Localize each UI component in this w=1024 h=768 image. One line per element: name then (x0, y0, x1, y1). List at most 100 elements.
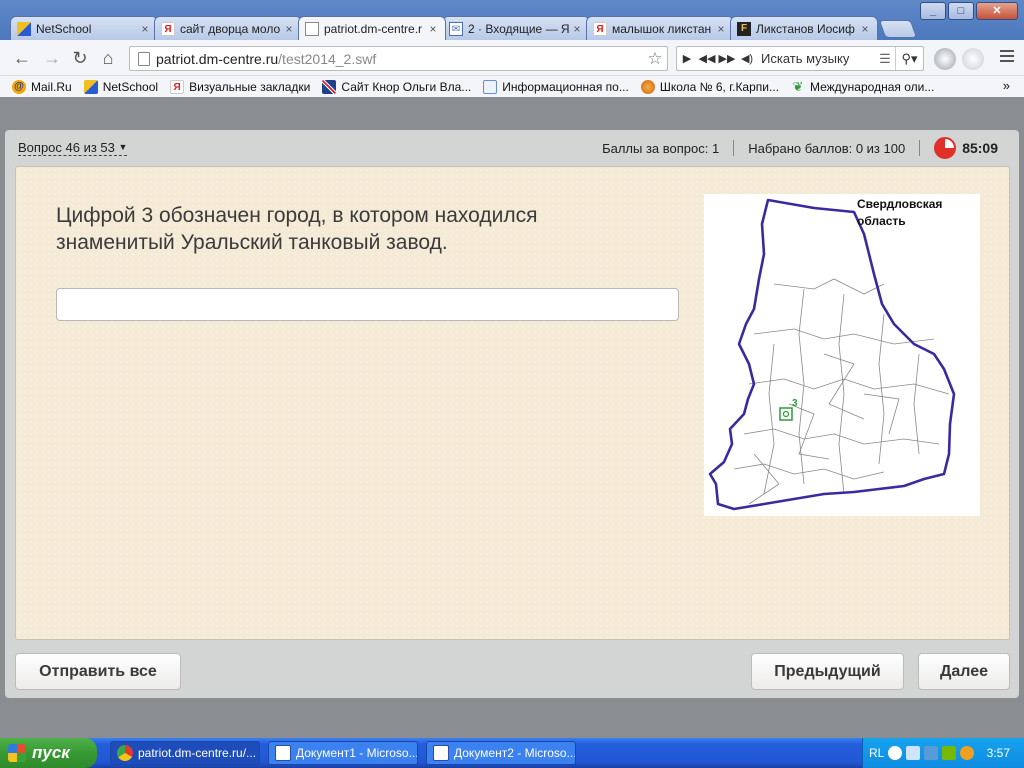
bookmark-label: Информационная по... (502, 79, 629, 94)
caret-down-icon: ▼ (118, 142, 128, 152)
music-search-box[interactable]: ▶ ◀◀ ▶▶ ◀) Искать музыку ☰ ⚲▾ (676, 46, 924, 71)
home-icon[interactable]: ⌂ (98, 48, 118, 68)
word-icon (275, 745, 291, 761)
window-controls: _ □ ✕ (920, 2, 1018, 20)
clock: 3:57 (986, 746, 1010, 760)
region-outline (708, 198, 956, 511)
tab-label: сайт дворца моло (180, 21, 281, 36)
bookmark-label: Визуальные закладки (189, 79, 311, 94)
minimize-button[interactable]: _ (920, 2, 946, 20)
question-selector[interactable]: Вопрос 46 из 53 ▼ (18, 140, 128, 156)
tab-label: малышок ликстан (612, 21, 712, 36)
timer-value: 85:09 (962, 140, 998, 156)
previous-button[interactable]: Предыдущий (751, 653, 904, 690)
close-window-button[interactable]: ✕ (976, 2, 1018, 20)
bookmarks-overflow-button[interactable]: » (1003, 78, 1010, 93)
score-bar: Баллы за вопрос: 1 Набрано баллов: 0 из … (602, 136, 998, 160)
uk-flag-icon (322, 79, 337, 94)
tab-yandex-dvorets[interactable]: Я сайт дворца моло × (154, 16, 302, 40)
rewind-icon[interactable]: ◀◀ (697, 52, 717, 65)
city-dot (782, 410, 790, 418)
bookmark-olympiad[interactable]: ❦ Международная оли... (791, 78, 935, 94)
browser-toolbar: ← → ↻ ⌂ patriot.dm-centre.ru/test2014_2.… (0, 40, 1024, 76)
tab-netschool[interactable]: NetSchool × (10, 16, 158, 40)
divider (733, 140, 735, 156)
taskbar-item-document2[interactable]: Документ2 - Microso... (426, 741, 576, 765)
task-label: Документ1 - Microso... (296, 746, 418, 760)
windows-flag-icon (8, 744, 26, 762)
url-path: /test2014_2.swf (278, 50, 377, 67)
play-icon[interactable]: ▶ (677, 52, 697, 65)
answer-input[interactable] (56, 288, 679, 321)
system-tray: RL 3:57 (862, 738, 1024, 768)
music-search-input[interactable]: Искать музыку (757, 51, 875, 66)
map-title-line: область (857, 214, 906, 228)
taskbar-item-document1[interactable]: Документ1 - Microso... (268, 741, 418, 765)
tab-close-icon[interactable]: × (139, 22, 151, 36)
question-text: Цифрой 3 обозначен город, в котором нахо… (56, 202, 656, 256)
question-text-line: знаменитый Уральский танковый завод. (56, 231, 448, 254)
nvidia-icon[interactable] (942, 746, 957, 760)
leaf-icon: ❦ (792, 78, 804, 94)
reload-icon[interactable]: ↻ (70, 48, 90, 68)
start-button[interactable]: пуск (0, 738, 97, 768)
language-indicator[interactable]: RL (869, 746, 884, 760)
question-card: Цифрой 3 обозначен город, в котором нахо… (15, 166, 1010, 640)
bookmark-label: Mail.Ru (31, 79, 72, 94)
tab-close-icon[interactable]: × (859, 22, 871, 36)
tab-close-icon[interactable]: × (283, 22, 295, 36)
bookmark-mailru[interactable]: @ Mail.Ru (12, 79, 72, 94)
url-host: patriot.dm-centre.ru (156, 50, 279, 67)
bookmark-knor[interactable]: Сайт Кнор Ольги Вла... (322, 79, 471, 94)
timer-icon (934, 137, 957, 159)
bookmark-visual[interactable]: Я Визуальные закладки (170, 79, 311, 94)
url-text[interactable]: patriot.dm-centre.ru/test2014_2.swf (156, 51, 643, 67)
address-bar[interactable]: patriot.dm-centre.ru/test2014_2.swf ☆ (129, 46, 668, 71)
tab-malyshok[interactable]: Я малышок ликстан × (586, 16, 734, 40)
submit-all-button[interactable]: Отправить все (15, 653, 181, 690)
new-tab-button[interactable] (878, 20, 918, 38)
update-icon[interactable] (960, 746, 975, 760)
tray-arrow-icon[interactable] (888, 746, 903, 760)
tab-close-icon[interactable]: × (571, 22, 583, 36)
doc-icon (483, 79, 498, 94)
word-icon (433, 745, 449, 761)
tab-patriot[interactable]: patriot.dm-centre.r × (298, 16, 446, 40)
extension-icon[interactable] (934, 48, 956, 70)
fr-icon: F (737, 21, 751, 36)
list-icon[interactable]: ☰ (875, 51, 895, 67)
maximize-button[interactable]: □ (948, 2, 974, 20)
points-total: Набрано баллов: 0 из 100 (748, 140, 906, 156)
task-label: patriot.dm-centre.ru/... (138, 746, 257, 760)
speaker-icon[interactable]: ◀) (737, 52, 757, 65)
browser-titlebar: _ □ ✕ NetSchool × Я сайт дворца моло × p… (0, 0, 1024, 40)
tab-label: patriot.dm-centre.r (324, 21, 423, 36)
tab-likstanov[interactable]: F Ликстанов Иосиф × (730, 16, 878, 40)
display-icon[interactable] (924, 746, 939, 760)
bookmark-netschool[interactable]: NetSchool (83, 79, 159, 94)
tab-close-icon[interactable]: × (427, 22, 439, 36)
yandex-icon: Я (593, 21, 607, 36)
tab-close-icon[interactable]: × (715, 22, 727, 36)
mail-icon: ✉ (449, 21, 463, 36)
taskbar-item-chrome[interactable]: patriot.dm-centre.ru/... (110, 741, 260, 765)
bookmark-label: NetSchool (102, 79, 159, 94)
menu-icon[interactable] (1000, 50, 1014, 65)
next-button[interactable]: Далее (918, 653, 1010, 690)
page-bottom-strip (0, 698, 1024, 738)
network-icon[interactable] (906, 746, 921, 760)
search-icon[interactable]: ⚲▾ (895, 47, 923, 70)
yandex-icon: Я (170, 79, 185, 94)
page-icon (305, 21, 319, 36)
back-arrow-icon[interactable]: ← (12, 48, 32, 68)
fast-forward-icon[interactable]: ▶▶ (717, 52, 737, 65)
map-title: Свердловская область (857, 196, 942, 230)
tab-label: Ликстанов Иосиф (756, 21, 855, 36)
task-label: Документ2 - Microso... (454, 746, 576, 760)
extension-notification-icon[interactable] (962, 48, 984, 70)
bookmark-info[interactable]: Информационная по... (483, 79, 629, 94)
forward-arrow-icon[interactable]: → (42, 48, 62, 68)
tab-mail[interactable]: ✉ 2 · Входящие — Я × (442, 16, 590, 40)
bookmark-school6[interactable]: Школа № 6, г.Карпи... (640, 79, 779, 94)
bookmark-star-icon[interactable]: ☆ (643, 49, 667, 69)
